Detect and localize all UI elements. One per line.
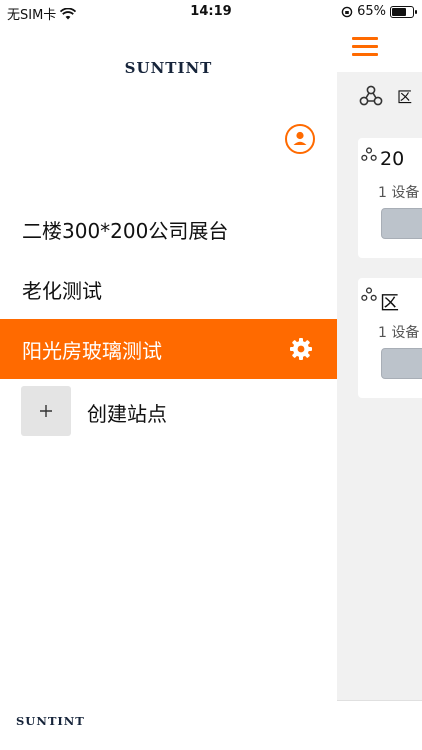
gear-icon[interactable] [289,337,313,361]
zone-card[interactable]: 20 1 设备 [358,138,422,258]
create-site-row[interactable]: 创建站点 [0,386,337,436]
site-item[interactable]: 老化测试 [0,259,337,319]
plus-icon [40,405,52,417]
brand-logo: SUNTINT [124,59,213,77]
site-item-label: 老化测试 [22,278,102,303]
zone-card-button[interactable] [381,208,422,239]
zone-card-title: 20 [380,148,405,170]
brand-logo-footer: SUNTINT [16,714,85,728]
zone-cluster-icon [361,147,377,161]
battery-percent: 65% [357,4,386,19]
main-content-panel: 区 20 1 设备 区 1 设备 [337,24,422,700]
zone-cluster-icon [359,85,383,106]
battery-icon [390,5,417,18]
user-icon[interactable] [285,124,315,154]
zone-card-title: 区 [380,292,400,314]
hamburger-menu-icon[interactable] [352,37,378,57]
zone-cluster-icon [361,287,377,301]
orientation-lock-icon [341,6,353,17]
status-bar: 无SIM卡 14:19 65% [0,0,422,24]
battery-fill [392,7,407,16]
site-item-active[interactable]: 阳光房玻璃测试 [0,319,337,379]
zone-header-label: 区 [397,87,413,106]
zone-card-device-count: 1 设备 [378,325,420,341]
site-item[interactable]: 二楼300*200公司展台 [0,199,337,259]
zone-header-row[interactable]: 区 [337,80,422,112]
add-site-button[interactable] [21,386,71,436]
zone-card[interactable]: 区 1 设备 [358,278,422,398]
bottom-divider [337,700,422,701]
create-site-label: 创建站点 [87,402,167,426]
zone-card-device-count: 1 设备 [378,185,420,201]
zone-card-button[interactable] [381,348,422,379]
site-item-label: 阳光房玻璃测试 [22,338,162,363]
main-header [337,24,422,72]
site-drawer: SUNTINT 二楼300*200公司展台 老化测试 阳光房玻璃测试 创建站点 … [0,24,337,750]
site-item-label: 二楼300*200公司展台 [22,218,229,243]
